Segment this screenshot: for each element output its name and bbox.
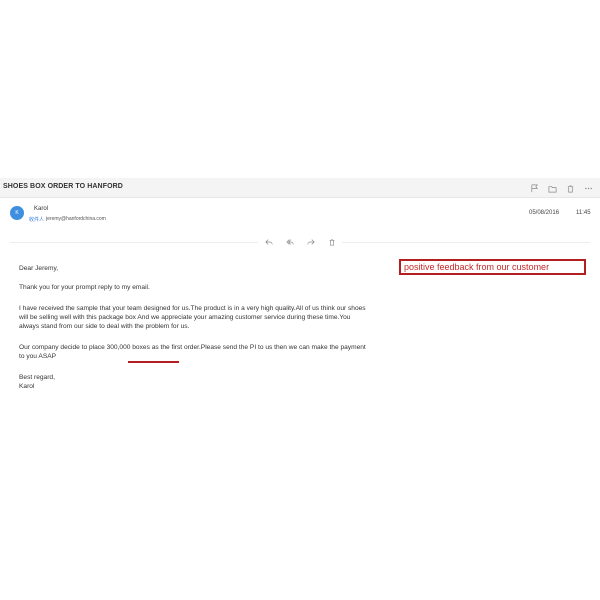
- subject-bar: SHOES BOX ORDER TO HANFORD: [0, 178, 600, 198]
- delete-icon[interactable]: [325, 236, 338, 248]
- email-date: 05/08/2016: [529, 210, 560, 216]
- body-signature: Karol: [19, 383, 35, 390]
- body-sample-paragraph: I have received the sample that your tea…: [19, 305, 366, 330]
- email-subject: SHOES BOX ORDER TO HANFORD: [3, 183, 123, 190]
- body-greeting: Dear Jeremy,: [19, 265, 59, 272]
- recipient-line: 收件人 jeremy@hanfordchina.com: [29, 216, 106, 223]
- sender-row: K Karol 收件人 jeremy@hanfordchina.com 05/0…: [0, 202, 600, 224]
- reply-icon[interactable]: [262, 236, 275, 248]
- email-window: SHOES BOX ORDER TO HANFORD K Karol 收件人 j…: [0, 178, 600, 420]
- recipient-address[interactable]: jeremy@hanfordchina.com: [46, 216, 106, 223]
- recipient-label: 收件人: [29, 217, 45, 223]
- body-thanks: Thank you for your prompt reply to my em…: [19, 284, 150, 291]
- feedback-annotation: positive feedback from our customer: [399, 259, 586, 275]
- flag-icon[interactable]: [528, 182, 540, 194]
- email-actions: [258, 236, 342, 248]
- more-icon[interactable]: [582, 182, 594, 194]
- sender-name[interactable]: Karol: [34, 206, 48, 212]
- forward-icon[interactable]: [304, 236, 317, 248]
- folder-icon[interactable]: [546, 182, 558, 194]
- email-toolbar: [528, 181, 594, 195]
- body-regards: Best regard,: [19, 374, 55, 381]
- highlight-underline: [128, 361, 179, 363]
- body-order-paragraph: Our company decide to place 300,000 boxe…: [19, 344, 366, 360]
- avatar[interactable]: K: [10, 206, 24, 220]
- trash-icon[interactable]: [564, 182, 576, 194]
- email-time: 11:45: [576, 210, 591, 216]
- reply-all-icon[interactable]: [283, 236, 296, 248]
